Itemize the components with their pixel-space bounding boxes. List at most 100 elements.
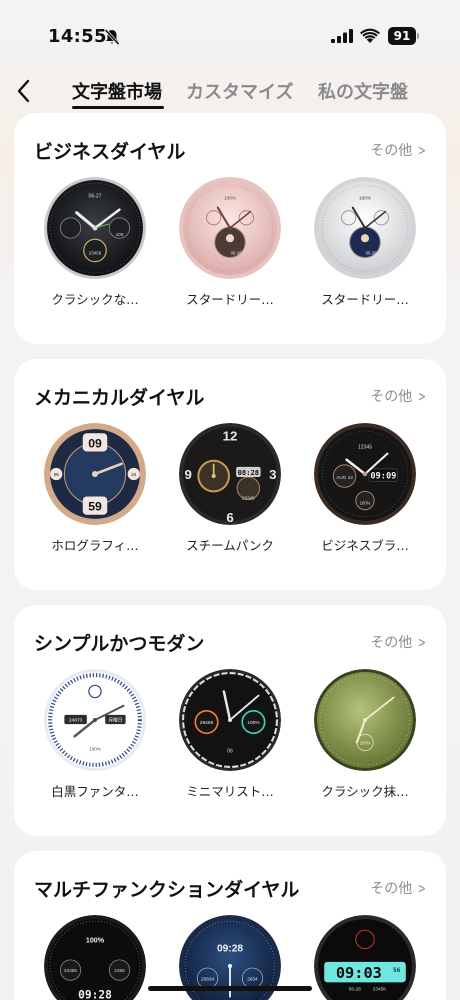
section-title: メカニカルダイヤル <box>34 387 205 409</box>
tab-watch-face-market[interactable]: 文字盤市場 <box>72 78 162 104</box>
tab-customize[interactable]: カスタマイズ <box>186 78 293 104</box>
dial-digital-time: 08:28 <box>238 468 259 477</box>
watch-face-preview: 29456 100% 06 <box>179 669 281 771</box>
watch-face-preview: 12345 AUG 22 09:09 100% <box>314 423 416 525</box>
section-card-simple-modern: シンプルかつモダン その他 > 24873 月曜日 100% 白黒ファンタ… 29… <box>14 605 446 836</box>
more-link[interactable]: その他 > <box>370 878 428 898</box>
watch-face-preview: 09:03 56 05-28 23458 <box>314 915 416 1000</box>
dial-battery: 100% <box>89 747 100 752</box>
watch-face-preview: 100% 23455 2355 09:28 <box>44 915 146 1000</box>
watch-face-name: 白黒ファンタ… <box>51 784 139 799</box>
watch-face-preview: 100% <box>314 669 416 771</box>
section-title: マルチファンクションダイヤル <box>34 879 300 901</box>
home-indicator <box>148 986 312 991</box>
battery-indicator: 91 <box>388 27 419 45</box>
dial-steps: 23456 <box>89 251 102 256</box>
watch-face-item[interactable]: 100% 23455 2355 09:28 <box>40 915 150 1000</box>
dial-steps: 12345 <box>358 445 372 451</box>
dial-battery: 100% <box>86 937 105 945</box>
watch-face-preview: 24873 月曜日 100% <box>44 669 146 771</box>
dial-date: 05-26 <box>231 251 243 256</box>
dial-numeral-3: 3 <box>269 467 276 482</box>
top-navigation: 文字盤市場 カスタマイズ 私の文字盤 <box>0 70 460 114</box>
dial-battery: 100% <box>247 720 260 726</box>
watch-face-name: クラシックな… <box>51 292 139 307</box>
dial-right-label: 24 <box>131 472 137 477</box>
watch-face-preview: 12 3 6 9 08:28 22345 <box>179 423 281 525</box>
dial-battery: 100% <box>360 740 371 745</box>
more-link[interactable]: その他 > <box>370 386 428 406</box>
watch-face-item[interactable]: 09:03 56 05-28 23458 <box>310 915 420 1000</box>
chevron-right-icon: > <box>418 881 427 897</box>
dial-steps: 24873 <box>69 718 83 724</box>
section-card-mechanical: メカニカルダイヤル その他 > 09 59 06 24 ホログラフィ… 12 3… <box>14 359 446 590</box>
more-link-label: その他 <box>370 389 413 405</box>
watch-face-item[interactable]: 24873 月曜日 100% 白黒ファンタ… <box>40 669 150 800</box>
watch-face-preview: 09 59 06 24 <box>44 423 146 525</box>
dial-numeral-6: 6 <box>226 510 233 525</box>
watch-face-item[interactable]: 100% クラシック抹… <box>310 669 420 800</box>
dial-battery: 100 <box>116 232 124 237</box>
cellular-signal-icon <box>331 29 353 43</box>
dial-digital-time: 09:09 <box>370 472 396 482</box>
watch-face-preview: 100% 05-26 <box>179 177 281 279</box>
dial-digital-time: 09:28 <box>78 989 112 1000</box>
status-time: 14:55 <box>48 26 107 47</box>
watch-face-name: スタードリー… <box>186 292 274 307</box>
watch-face-name: ミニマリスト… <box>186 784 274 799</box>
section-title: シンプルかつモダン <box>34 633 205 655</box>
tab-my-watch-faces[interactable]: 私の文字盤 <box>318 78 408 104</box>
dial-date: 05-26 <box>366 251 378 256</box>
dial-numeral-12: 12 <box>223 428 238 443</box>
watch-face-name: ホログラフィ… <box>51 538 139 553</box>
chevron-right-icon: > <box>418 143 427 159</box>
bell-muted-icon <box>104 28 120 46</box>
dial-date: 06 <box>227 749 233 755</box>
dial-battery: 100% <box>224 195 236 200</box>
watch-face-name: スチームパンク <box>186 538 274 553</box>
dial-digital-time: 09:28 <box>217 944 243 955</box>
dial-minute: 59 <box>88 500 102 514</box>
dial-steps: 23455 <box>64 968 77 973</box>
wifi-icon <box>360 28 380 43</box>
status-bar: 14:55 91 <box>0 0 460 64</box>
dial-left-label: 06 <box>54 472 60 477</box>
dial-date: 06-27 <box>88 193 101 199</box>
dial-seconds: 56 <box>393 967 401 974</box>
watch-face-item[interactable]: 12345 AUG 22 09:09 100% ビジネスブラ… <box>310 423 420 554</box>
watch-face-name: ビジネスブラ… <box>321 538 409 553</box>
dial-hour: 09 <box>88 436 102 450</box>
watch-face-item[interactable]: 09 59 06 24 ホログラフィ… <box>40 423 150 554</box>
watch-face-item[interactable]: 29456 100% 06 ミニマリスト… <box>175 669 285 800</box>
section-card-multifunction: マルチファンクションダイヤル その他 > 100% 23455 2355 09:2… <box>14 851 446 1000</box>
watch-face-name: クラシック抹… <box>321 784 409 799</box>
chevron-right-icon: > <box>418 389 427 405</box>
dial-steps: 29456 <box>200 720 214 726</box>
dial-calories: 2355 <box>114 968 125 973</box>
dial-battery: 100% <box>360 501 371 506</box>
more-link-label: その他 <box>370 881 413 897</box>
watch-face-item[interactable]: 100% 05-26 スタードリー… <box>175 177 285 308</box>
more-link-label: その他 <box>370 143 413 159</box>
dial-battery: 100% <box>359 195 371 200</box>
watch-face-item[interactable]: 06-27 100 23456 クラシックな… <box>40 177 150 308</box>
more-link-label: その他 <box>370 635 413 651</box>
watch-face-preview: 100% 05-26 <box>314 177 416 279</box>
watch-face-name: スタードリー… <box>321 292 409 307</box>
dial-date: AUG 22 <box>336 475 353 480</box>
more-link[interactable]: その他 > <box>370 632 428 652</box>
watch-face-preview: 06-27 100 23456 <box>44 177 146 279</box>
watch-face-item[interactable]: 12 3 6 9 08:28 22345 スチームパンク <box>175 423 285 554</box>
dial-steps: 25634 <box>201 976 214 981</box>
dial-calories: 2634 <box>247 976 258 981</box>
section-title: ビジネスダイヤル <box>34 141 186 163</box>
battery-nub <box>417 33 419 39</box>
back-arrow-icon[interactable] <box>12 76 38 106</box>
watch-face-item[interactable]: 100% 05-26 スタードリー… <box>310 177 420 308</box>
more-link[interactable]: その他 > <box>370 140 428 160</box>
battery-level: 91 <box>388 27 416 45</box>
dial-numeral-9: 9 <box>184 467 191 482</box>
chevron-right-icon: > <box>418 635 427 651</box>
section-card-business: ビジネスダイヤル その他 > 06-27 100 23456 クラシックな… 1… <box>14 113 446 344</box>
dial-steps: 22345 <box>242 496 255 501</box>
